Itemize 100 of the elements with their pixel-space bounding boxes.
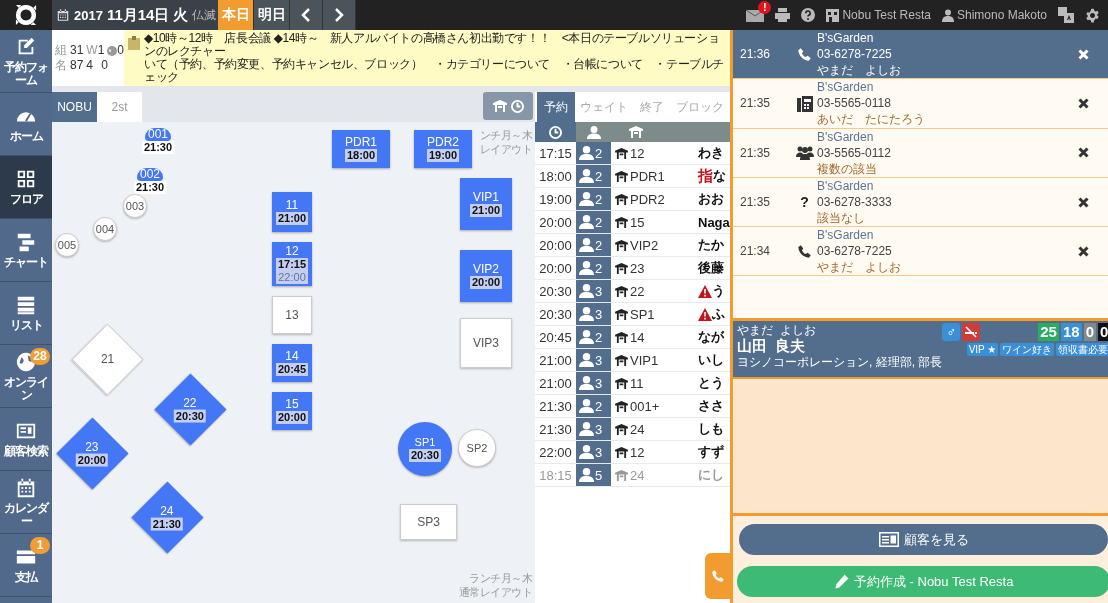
- guest-name[interactable]: わき: [698, 144, 724, 162]
- floor-table[interactable]: 005: [55, 233, 79, 257]
- list-tab[interactable]: 予約: [537, 92, 575, 122]
- chevron-right-icon: [334, 8, 344, 22]
- person-icon: [579, 468, 594, 482]
- caller-phone: 03-5565-0118: [817, 95, 892, 112]
- incoming-call-item[interactable]: 21:35 B'sGarden 03-5565-0118 あいだ たにたろう: [733, 79, 1108, 129]
- close-icon[interactable]: [1078, 97, 1090, 109]
- person-icon: [579, 376, 594, 390]
- print-icon[interactable]: [775, 8, 791, 22]
- previous-button[interactable]: [290, 0, 323, 30]
- table-number: 24: [630, 421, 645, 437]
- floor-table[interactable]: PDR2 19:00: [414, 130, 472, 168]
- translate-icon[interactable]: [1058, 7, 1074, 23]
- floor-table[interactable]: 23 20:00: [56, 417, 129, 490]
- settings-icon[interactable]: [1085, 7, 1100, 23]
- date-display[interactable]: 2017 11月14日 火 仏滅: [52, 0, 218, 30]
- floor-table[interactable]: 11 21:00: [272, 192, 312, 232]
- notice-text: ◆10時～12時 店長会議 ◆14時～ 新人アルバイトの高橋さん初出勤です！！ <本日のテーブルソリューションのレクチャー: [144, 32, 721, 58]
- guest-name[interactable]: ふ: [712, 305, 725, 323]
- table-icon: [615, 239, 628, 251]
- table-icon: [615, 377, 628, 389]
- clock-icon[interactable]: [549, 125, 562, 139]
- time-cell-text: 20:45: [538, 328, 573, 347]
- view-toggle-button[interactable]: [483, 92, 533, 120]
- table-icon[interactable]: [629, 126, 643, 138]
- time-cell-text: 21:30: [538, 420, 573, 439]
- caller-phone: 03-6278-7225: [817, 243, 893, 260]
- floor-table[interactable]: PDR1 18:00: [332, 130, 390, 168]
- logo-icon[interactable]: [15, 4, 37, 26]
- table-icon: [615, 423, 628, 435]
- floor-table[interactable]: SP1 20:30: [398, 422, 452, 476]
- floor-tab[interactable]: NOBU: [52, 92, 97, 122]
- guest-name[interactable]: いし: [698, 351, 724, 369]
- floor-table[interactable]: VIP2 20:00: [460, 250, 512, 302]
- close-icon[interactable]: [1078, 147, 1090, 159]
- close-icon[interactable]: [1078, 245, 1090, 257]
- person-icon: [579, 146, 594, 160]
- unknown-caller-mark: ?: [800, 194, 809, 211]
- caller-phone: 03-6278-3333: [817, 194, 893, 211]
- visit-counter: 0: [1083, 323, 1096, 341]
- user-link[interactable]: Shimono Makoto: [941, 8, 1047, 22]
- guest-name[interactable]: しも: [698, 420, 724, 438]
- person-icon[interactable]: [586, 125, 601, 139]
- floor-table[interactable]: VIP1 21:00: [460, 178, 512, 230]
- mail-icon[interactable]: [746, 8, 765, 22]
- floor-table[interactable]: 13: [272, 296, 312, 334]
- guest-count: 3: [595, 421, 603, 437]
- caller-name: 複数の該当: [817, 160, 878, 177]
- floor-table[interactable]: 15 20:00: [272, 392, 312, 430]
- next-button[interactable]: [323, 0, 356, 30]
- guest-count: 3: [595, 444, 603, 460]
- floor-table[interactable]: VIP3: [460, 318, 512, 368]
- guest-name[interactable]: Naga: [698, 214, 730, 230]
- guest-name[interactable]: ささ: [698, 397, 724, 415]
- table-number: 11: [630, 375, 644, 391]
- floor-table[interactable]: 21: [71, 323, 144, 396]
- incoming-call-item[interactable]: 21:36 B'sGarden 03-6278-7225 やまだ よしお: [733, 30, 1108, 80]
- floor-table[interactable]: 004: [93, 217, 117, 241]
- guest-name[interactable]: おお: [698, 190, 724, 208]
- floor-table[interactable]: 22 20:30: [154, 373, 227, 446]
- time-cell-text: 18:00: [538, 167, 573, 186]
- store-link[interactable]: Nobu Test Resta: [826, 8, 931, 22]
- guest-name[interactable]: すず: [698, 443, 724, 461]
- floor-table[interactable]: 001 21:30: [138, 122, 178, 160]
- person-icon: [579, 330, 594, 344]
- floor-table[interactable]: 12 17:15 22:00: [272, 242, 312, 286]
- day-button[interactable]: 明日: [254, 0, 290, 30]
- incoming-call-item[interactable]: 21:35 B'sGarden 03-5565-0112 複数の該当: [733, 128, 1108, 178]
- guest-name[interactable]: とう: [698, 374, 724, 392]
- user-icon: [941, 8, 954, 22]
- floor-table[interactable]: SP2: [458, 429, 496, 467]
- close-icon[interactable]: [1078, 196, 1090, 208]
- caller-company: B'sGarden: [817, 30, 875, 47]
- floor-table[interactable]: 14 20:45: [272, 344, 312, 382]
- guest-name[interactable]: なが: [698, 328, 724, 346]
- floor-table[interactable]: 003: [123, 194, 147, 218]
- table-icon: [615, 170, 628, 182]
- guest-name[interactable]: な: [713, 167, 726, 185]
- phone-icon: [797, 46, 812, 62]
- guest-name[interactable]: 後藤: [698, 259, 724, 277]
- guest-count: 2: [595, 214, 603, 230]
- help-icon[interactable]: [801, 8, 816, 22]
- table-icon: [615, 308, 628, 320]
- person-icon: [579, 399, 594, 413]
- guest-name[interactable]: う: [712, 282, 725, 300]
- incoming-call-item[interactable]: 21:35 ? B'sGarden 03-6278-3333 該当なし: [733, 177, 1108, 228]
- time-cell-text: 21:00: [538, 351, 573, 370]
- incoming-call-item[interactable]: 21:34 B'sGarden 03-6278-7225 やまだ よしお: [733, 227, 1108, 277]
- table-number: 12: [630, 145, 645, 161]
- person-icon: [579, 445, 594, 459]
- visit-counter: 0: [1098, 323, 1108, 341]
- visit-counter: 25: [1038, 323, 1059, 341]
- customer-kana: やまだ よしお: [737, 323, 817, 337]
- action-button[interactable]: 顧客を見る: [739, 524, 1108, 555]
- floor-table[interactable]: SP3: [400, 504, 457, 540]
- sidebar-item[interactable]: フロア: [0, 156, 52, 219]
- guest-name[interactable]: たか: [698, 236, 724, 254]
- floor-table[interactable]: 24 21:30: [131, 481, 204, 554]
- time-cell-text: 20:00: [538, 213, 573, 232]
